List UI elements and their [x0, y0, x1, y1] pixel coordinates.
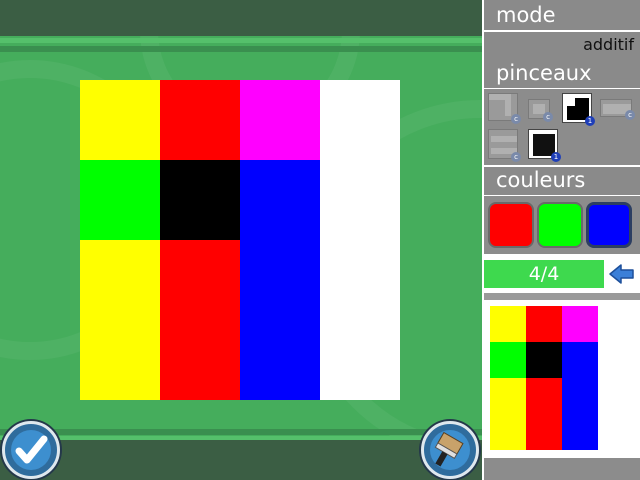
- paint-button[interactable]: [421, 421, 479, 479]
- validate-button[interactable]: [2, 421, 60, 479]
- grid-brush-icon[interactable]: 1: [528, 129, 561, 162]
- mode-selector[interactable]: additif: [484, 32, 640, 60]
- corner-brush-icon[interactable]: c: [488, 93, 521, 124]
- canvas-cell[interactable]: [240, 320, 320, 400]
- brush-list: c c 1 c c 1: [484, 89, 640, 165]
- brush-count-badge: c: [625, 110, 635, 120]
- target-preview: [490, 306, 598, 450]
- canvas-cell[interactable]: [160, 240, 240, 320]
- small-square-brush-icon[interactable]: c: [528, 99, 553, 122]
- preview-cell: [490, 414, 526, 450]
- side-panel: mode additif pinceaux c c 1 c c 1 couleurs 4/…: [482, 0, 640, 480]
- preview-cell: [526, 342, 562, 378]
- colors-label: couleurs: [496, 168, 586, 192]
- bar-brush-icon[interactable]: c: [600, 99, 635, 120]
- brush-count-badge: 1: [551, 152, 561, 162]
- preview-cell: [562, 414, 598, 450]
- canvas-cell[interactable]: [320, 80, 400, 160]
- brushes-header: pinceaux: [484, 60, 640, 88]
- checkmark-icon: [11, 430, 51, 470]
- preview-cell: [562, 342, 598, 378]
- brush-count-badge: c: [511, 152, 521, 162]
- color-swatch-green[interactable]: [537, 202, 583, 248]
- paintbrush-icon: [430, 430, 470, 470]
- progress-text: 4/4: [528, 263, 560, 285]
- canvas-cell[interactable]: [320, 320, 400, 400]
- canvas-cell[interactable]: [160, 80, 240, 160]
- canvas-cell[interactable]: [80, 80, 160, 160]
- brush-shape: [533, 104, 545, 114]
- L-grid-brush-icon[interactable]: 1: [562, 93, 595, 126]
- canvas-cell[interactable]: [80, 320, 160, 400]
- paint-canvas[interactable]: [80, 80, 400, 400]
- color-swatch-red[interactable]: [488, 202, 534, 248]
- progress-bar: 4/4: [484, 260, 604, 288]
- preview-cell: [562, 378, 598, 414]
- top-band: [0, 0, 482, 36]
- canvas-cell[interactable]: [160, 160, 240, 240]
- color-palette: [484, 196, 640, 254]
- color-swatch-blue[interactable]: [586, 202, 632, 248]
- brush-shape: [567, 98, 575, 106]
- brush-shape: [491, 136, 517, 142]
- preview-cell: [526, 306, 562, 342]
- bottom-band: [0, 440, 482, 480]
- canvas-cell[interactable]: [240, 80, 320, 160]
- brush-count-badge: c: [543, 112, 553, 122]
- brush-count-badge: c: [511, 114, 521, 124]
- mode-value: additif: [583, 35, 634, 54]
- colors-header: couleurs: [484, 167, 640, 195]
- line-brush-icon[interactable]: c: [488, 129, 521, 162]
- brushes-label: pinceaux: [496, 61, 592, 85]
- canvas-cell[interactable]: [80, 160, 160, 240]
- preview-cell: [562, 306, 598, 342]
- mode-header: mode: [484, 0, 640, 30]
- preview-cell: [526, 414, 562, 450]
- canvas-cell[interactable]: [320, 160, 400, 240]
- canvas-cell[interactable]: [160, 320, 240, 400]
- play-area: [0, 0, 482, 480]
- back-arrow-icon[interactable]: [608, 262, 636, 286]
- top-stripe: [0, 46, 482, 52]
- progress-row: 4/4: [482, 258, 640, 290]
- bottom-stripe: [0, 429, 482, 435]
- brush-count-badge: 1: [585, 116, 595, 126]
- preview-cell: [526, 378, 562, 414]
- canvas-cell[interactable]: [320, 240, 400, 320]
- preview-cell: [490, 378, 526, 414]
- preview-cell: [490, 342, 526, 378]
- canvas-cell[interactable]: [240, 240, 320, 320]
- canvas-cell[interactable]: [240, 160, 320, 240]
- canvas-cell[interactable]: [80, 240, 160, 320]
- brush-shape: [505, 94, 511, 116]
- panel-footer: [484, 458, 640, 480]
- mode-label: mode: [496, 3, 556, 27]
- preview-cell: [490, 306, 526, 342]
- separator: [484, 293, 640, 300]
- top-stripe: [0, 38, 482, 43]
